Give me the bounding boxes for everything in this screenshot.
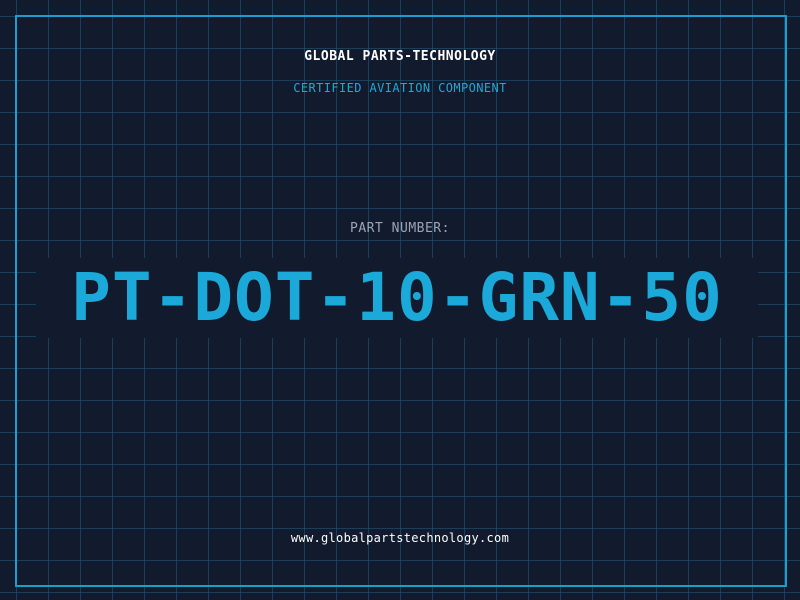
website-url: www.globalpartstechnology.com	[290, 531, 510, 545]
part-number-value: PT-DOT-10-GRN-50	[71, 259, 723, 336]
certification-subtitle: CERTIFIED AVIATION COMPONENT	[293, 81, 507, 95]
part-number-label: PART NUMBER:	[350, 221, 450, 236]
company-name: GLOBAL PARTS-TECHNOLOGY	[304, 49, 496, 64]
